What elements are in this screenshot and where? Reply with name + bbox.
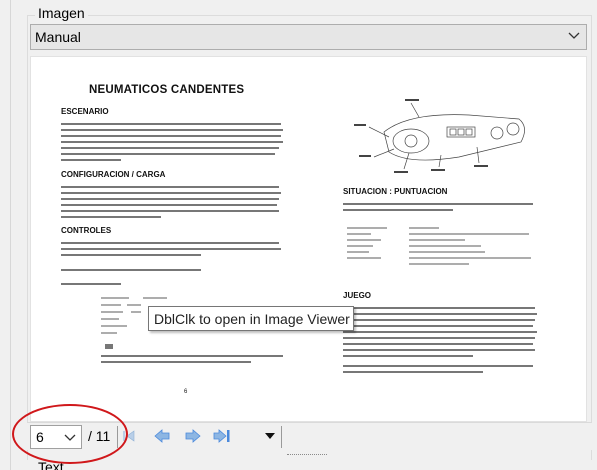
text-line <box>409 257 531 259</box>
chevron-down-icon <box>568 32 580 39</box>
mode-combo-value: Manual <box>35 29 81 45</box>
text-line <box>409 227 439 229</box>
text-line <box>343 203 533 205</box>
text-line <box>101 311 123 313</box>
text-line <box>61 153 275 155</box>
text-line <box>61 210 279 212</box>
text-line <box>343 349 535 351</box>
text-line <box>143 297 167 299</box>
text-line <box>105 344 113 349</box>
image-group-title: Imagen <box>35 5 88 21</box>
text-line <box>409 239 465 241</box>
text-line <box>61 141 283 143</box>
doc-section-escenario: ESCENARIO <box>61 107 109 116</box>
doc-section-controles: CONTROLES <box>61 226 112 235</box>
text-line <box>61 159 121 161</box>
text-line <box>61 254 201 256</box>
text-line <box>347 227 387 229</box>
separator <box>281 426 282 448</box>
image-preview[interactable]: NEUMATICOS CANDENTES ESCENARIO CONFIGURA… <box>30 56 587 422</box>
controller-illustration <box>354 99 525 173</box>
text-line <box>131 311 141 313</box>
doc-section-configuracion: CONFIGURACION / CARGA <box>61 170 166 179</box>
doc-page-number: 6 <box>184 389 188 395</box>
previous-page-icon[interactable] <box>153 428 171 444</box>
text-line <box>61 192 281 194</box>
text-line <box>409 263 469 265</box>
text-line <box>101 355 283 357</box>
doc-section-situacion: SITUACION : PUNTUACION <box>343 187 448 196</box>
left-gutter <box>0 0 18 470</box>
image-viewer-tooltip: DblClk to open in Image Viewer <box>148 306 354 331</box>
text-line <box>101 297 129 299</box>
text-line <box>61 123 281 125</box>
text-line <box>343 313 537 315</box>
text-line <box>343 371 483 373</box>
text-line <box>343 331 537 333</box>
text-line <box>127 304 141 306</box>
text-line <box>343 209 453 211</box>
text-line <box>61 147 279 149</box>
text-line <box>61 198 279 200</box>
text-line <box>101 325 127 327</box>
text-line <box>61 242 279 244</box>
text-line <box>347 233 371 235</box>
text-line <box>61 283 121 285</box>
text-line <box>61 204 277 206</box>
text-line <box>343 319 535 321</box>
text-line <box>409 233 529 235</box>
tooltip-text: DblClk to open in Image Viewer <box>154 311 350 327</box>
text-line <box>61 129 283 131</box>
text-line <box>347 245 373 247</box>
text-line <box>101 361 251 363</box>
text-line <box>61 248 281 250</box>
text-line <box>61 135 281 137</box>
text-line <box>347 239 381 241</box>
text-line <box>343 355 473 357</box>
text-line <box>343 307 535 309</box>
text-line <box>347 251 369 253</box>
text-line <box>347 257 381 259</box>
doc-section-juego: JUEGO <box>343 291 372 300</box>
text-line <box>409 251 485 253</box>
text-line <box>343 343 533 345</box>
dropdown-triangle-icon[interactable] <box>265 432 275 440</box>
last-page-icon[interactable] <box>213 428 231 444</box>
text-line <box>343 337 535 339</box>
text-line <box>101 318 119 320</box>
text-line <box>343 325 533 327</box>
text-line <box>409 245 481 247</box>
left-divider <box>10 0 11 470</box>
annotation-circle <box>12 404 128 464</box>
next-page-icon[interactable] <box>184 428 202 444</box>
text-line <box>343 365 533 367</box>
mode-combo[interactable]: Manual <box>30 24 587 50</box>
text-line <box>61 216 161 218</box>
text-line <box>101 332 117 334</box>
doc-title: NEUMATICOS CANDENTES <box>89 84 245 96</box>
text-line <box>61 269 201 271</box>
splitter-grip[interactable] <box>287 454 327 456</box>
text-line <box>101 304 121 306</box>
text-line <box>61 186 279 188</box>
